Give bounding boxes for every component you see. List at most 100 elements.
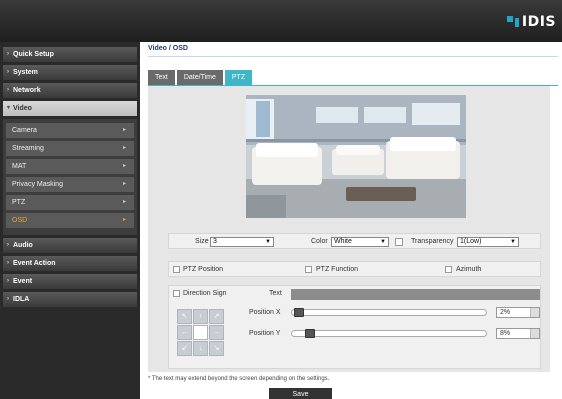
direction-sign-block: Direction Sign ↖ ↑ ↗ ← → ↙ ↓ ↘ Text Posi… — [168, 285, 541, 369]
stepper-arrows-icon[interactable] — [530, 329, 539, 338]
submenu-item-label: Streaming — [12, 145, 44, 152]
ptz-position-label: PTZ Position — [183, 266, 224, 273]
stepper-arrows-icon[interactable] — [530, 308, 539, 317]
submenu-item-label: Camera — [12, 127, 37, 134]
logo-bar-icon — [514, 17, 519, 27]
position-y-stepper[interactable]: 8% — [496, 328, 540, 339]
direction-pad: ↖ ↑ ↗ ← → ↙ ↓ ↘ — [177, 309, 227, 359]
sidebar-item-label: Audio — [13, 242, 33, 249]
sidebar-item-event-action[interactable]: › Event Action — [3, 256, 137, 271]
submenu-item-osd[interactable]: OSD ▸ — [6, 213, 134, 228]
sidebar-item-label: System — [13, 69, 38, 76]
arrow-down-left-icon[interactable]: ↙ — [177, 341, 192, 356]
transparency-label: Transparency — [411, 238, 454, 245]
sidebar-item-label: Event Action — [13, 260, 56, 267]
dropdown-arrow-icon: ▼ — [265, 239, 271, 245]
sidebar-menu: › Quick Setup › System › Network ▾ Video… — [3, 47, 137, 310]
submenu-item-streaming[interactable]: Streaming ▸ — [6, 141, 134, 156]
title-divider — [148, 56, 558, 57]
direction-text-input[interactable] — [291, 289, 540, 300]
direction-sign-label: Direction Sign — [183, 290, 227, 297]
transparency-select[interactable]: 1(Low) ▼ — [457, 237, 519, 247]
size-select-value: 3 — [213, 238, 217, 245]
chevron-down-icon: ▾ — [7, 105, 11, 111]
sidebar-item-system[interactable]: › System — [3, 65, 137, 80]
position-y-slider-thumb[interactable] — [305, 329, 315, 338]
chevron-right-icon: › — [7, 278, 9, 284]
tab-bar: Text Date/Time PTZ — [148, 70, 254, 85]
sidebar-item-label: Video — [13, 105, 32, 112]
chevron-right-icon: ▸ — [122, 199, 126, 205]
ptz-function-label: PTZ Function — [316, 266, 359, 273]
page-title: Video / OSD — [148, 45, 188, 52]
tab-date-time[interactable]: Date/Time — [176, 70, 223, 85]
sidebar-item-label: Quick Setup — [13, 51, 54, 58]
sidebar-item-event[interactable]: › Event — [3, 274, 137, 289]
tab-ptz[interactable]: PTZ — [224, 70, 253, 85]
color-swatch[interactable] — [395, 238, 403, 246]
chevron-right-icon: › — [7, 296, 9, 302]
position-x-stepper[interactable]: 2% — [496, 307, 540, 318]
sidebar-item-network[interactable]: › Network — [3, 83, 137, 98]
save-button[interactable]: Save — [269, 388, 332, 399]
size-select[interactable]: 3 ▼ — [210, 237, 274, 247]
chevron-right-icon: › — [7, 242, 9, 248]
position-y-label: Position Y — [249, 330, 281, 337]
position-x-value: 2% — [500, 309, 511, 316]
sidebar-item-label: Network — [13, 87, 41, 94]
chevron-right-icon: ▸ — [122, 145, 126, 151]
azimuth-checkbox[interactable] — [445, 266, 452, 273]
submenu-item-label: Privacy Masking — [12, 181, 63, 188]
color-select[interactable]: White ▼ — [331, 237, 389, 247]
brand-logo: IDIS — [506, 14, 556, 30]
logo-text: IDIS — [521, 14, 556, 30]
ptz-function-checkbox[interactable] — [305, 266, 312, 273]
arrow-down-right-icon[interactable]: ↘ — [209, 341, 224, 356]
transparency-select-value: 1(Low) — [460, 238, 482, 245]
size-label: Size — [195, 238, 209, 245]
chevron-right-icon: › — [7, 51, 9, 57]
dropdown-arrow-icon: ▼ — [510, 239, 516, 245]
chevron-right-icon: › — [7, 87, 9, 93]
arrow-down-icon[interactable]: ↓ — [193, 341, 208, 356]
arrow-up-left-icon[interactable]: ↖ — [177, 309, 192, 324]
chevron-right-icon: ▸ — [122, 181, 126, 187]
direction-sign-checkbox[interactable] — [173, 290, 180, 297]
submenu-item-camera[interactable]: Camera ▸ — [6, 123, 134, 138]
position-x-slider[interactable] — [291, 308, 487, 317]
sidebar-item-quick-setup[interactable]: › Quick Setup — [3, 47, 137, 62]
arrow-up-icon[interactable]: ↑ — [193, 309, 208, 324]
tab-text[interactable]: Text — [148, 70, 175, 85]
position-y-slider[interactable] — [291, 329, 487, 338]
submenu-item-label: PTZ — [12, 199, 26, 206]
camera-preview-image — [246, 95, 466, 218]
color-label: Color — [311, 238, 328, 245]
position-x-label: Position X — [249, 309, 281, 316]
ptz-position-checkbox[interactable] — [173, 266, 180, 273]
position-x-slider-thumb[interactable] — [294, 308, 304, 317]
chevron-right-icon: ▸ — [122, 127, 126, 133]
azimuth-label: Azimuth — [456, 266, 482, 273]
sidebar-item-label: IDLA — [13, 296, 30, 303]
arrow-left-icon[interactable]: ← — [177, 325, 192, 340]
chevron-right-icon: ▸ — [122, 163, 126, 169]
submenu-item-privacy-masking[interactable]: Privacy Masking ▸ — [6, 177, 134, 192]
sidebar-item-audio[interactable]: › Audio — [3, 238, 137, 253]
video-submenu: Camera ▸ Streaming ▸ MAT ▸ Privacy Maski… — [3, 119, 137, 235]
submenu-item-label: OSD — [12, 217, 28, 224]
ptz-info-row: PTZ Position PTZ Function Azimuth — [168, 261, 541, 277]
text-label: Text — [269, 290, 282, 297]
sidebar: › Quick Setup › System › Network ▾ Video… — [0, 42, 140, 399]
dropdown-arrow-icon: ▼ — [380, 239, 386, 245]
submenu-item-label: MAT — [12, 163, 27, 170]
arrow-up-right-icon[interactable]: ↗ — [209, 309, 224, 324]
submenu-item-mat[interactable]: MAT ▸ — [6, 159, 134, 174]
chevron-right-icon: › — [7, 260, 9, 266]
osd-settings-panel: Size 3 ▼ Color White ▼ Transparency 1(Lo… — [148, 86, 550, 372]
top-header: IDIS — [0, 0, 562, 42]
center-position-button[interactable] — [193, 325, 208, 340]
sidebar-item-idla[interactable]: › IDLA — [3, 292, 137, 307]
sidebar-item-video[interactable]: ▾ Video — [3, 101, 137, 116]
arrow-right-icon[interactable]: → — [209, 325, 224, 340]
submenu-item-ptz[interactable]: PTZ ▸ — [6, 195, 134, 210]
